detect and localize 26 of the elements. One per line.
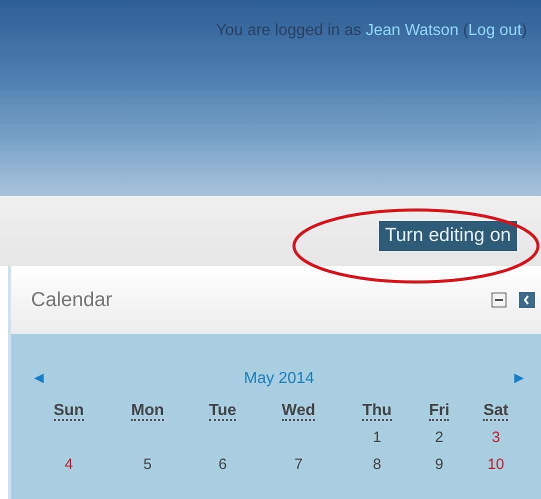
block-title: Calendar (31, 288, 114, 312)
calendar-day[interactable]: 5 (106, 451, 189, 478)
weekday-header: Wed (282, 402, 316, 421)
calendar-day[interactable]: 8 (340, 451, 414, 478)
calendar-day[interactable]: 2 (414, 424, 465, 451)
logout-link[interactable]: Log out (468, 22, 522, 39)
calendar-day[interactable]: 4 (31, 451, 106, 478)
calendar-day[interactable]: 10 (464, 451, 527, 478)
calendar-day[interactable]: 9 (414, 451, 465, 478)
dock-icon[interactable] (519, 292, 535, 308)
weekday-header: Sat (483, 402, 508, 421)
weekday-header: Fri (428, 402, 450, 421)
login-text: You are logged in as (216, 22, 362, 39)
collapse-icon[interactable] (491, 292, 507, 308)
weekday-header: Sun (54, 402, 84, 421)
weekday-header: Mon (131, 402, 164, 421)
paren-text: ( (462, 22, 468, 39)
calendar-day[interactable]: 6 (188, 451, 257, 478)
weekday-header: Thu (362, 402, 392, 421)
calendar-day[interactable]: 1 (340, 424, 414, 451)
weekday-header: Tue (209, 402, 236, 421)
paren-text: ) (522, 22, 527, 39)
user-link[interactable]: Jean Watson (366, 22, 458, 39)
calendar-day[interactable]: 7 (256, 451, 340, 478)
calendar-day[interactable]: 3 (464, 424, 527, 451)
edit-button[interactable]: Turn editing on (378, 221, 517, 251)
